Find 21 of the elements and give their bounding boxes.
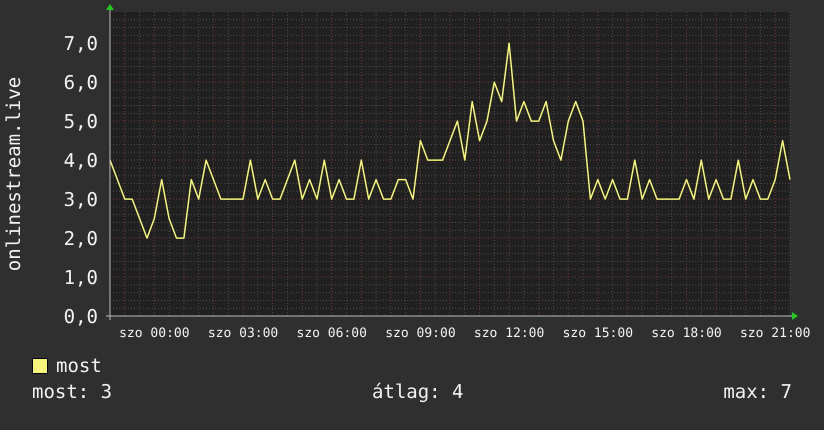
stat-text: átlag: 4 <box>372 381 464 403</box>
stat-text: most: 3 <box>32 381 112 403</box>
x-tick-label: szo 21:00 <box>740 326 810 341</box>
x-tick-label: szo 18:00 <box>651 326 722 341</box>
x-tick-label: szo 03:00 <box>208 326 278 341</box>
y-tick-label: 7,0 <box>64 33 98 56</box>
y-tick-label: 4,0 <box>64 150 98 172</box>
stat-text: max: 7 <box>723 381 792 403</box>
x-tick-label: szo 00:00 <box>119 326 190 341</box>
x-tick-label: szo 09:00 <box>385 326 456 341</box>
x-tick-label: szo 06:00 <box>296 326 367 341</box>
y-tick-label: 6,0 <box>64 72 98 94</box>
y-tick-label: 2,0 <box>64 228 98 250</box>
x-tick-label: szo 15:00 <box>562 326 634 341</box>
y-tick-label: 0,0 <box>64 306 98 328</box>
y-tick-label: 1,0 <box>64 267 98 290</box>
y-tick-label: 5,0 <box>64 111 98 134</box>
legend-label: most <box>56 355 102 377</box>
y-tick-label: 3,0 <box>64 189 98 212</box>
x-tick-label: szo 12:00 <box>474 326 544 341</box>
y-axis-title: onlinestream.live <box>3 76 25 272</box>
